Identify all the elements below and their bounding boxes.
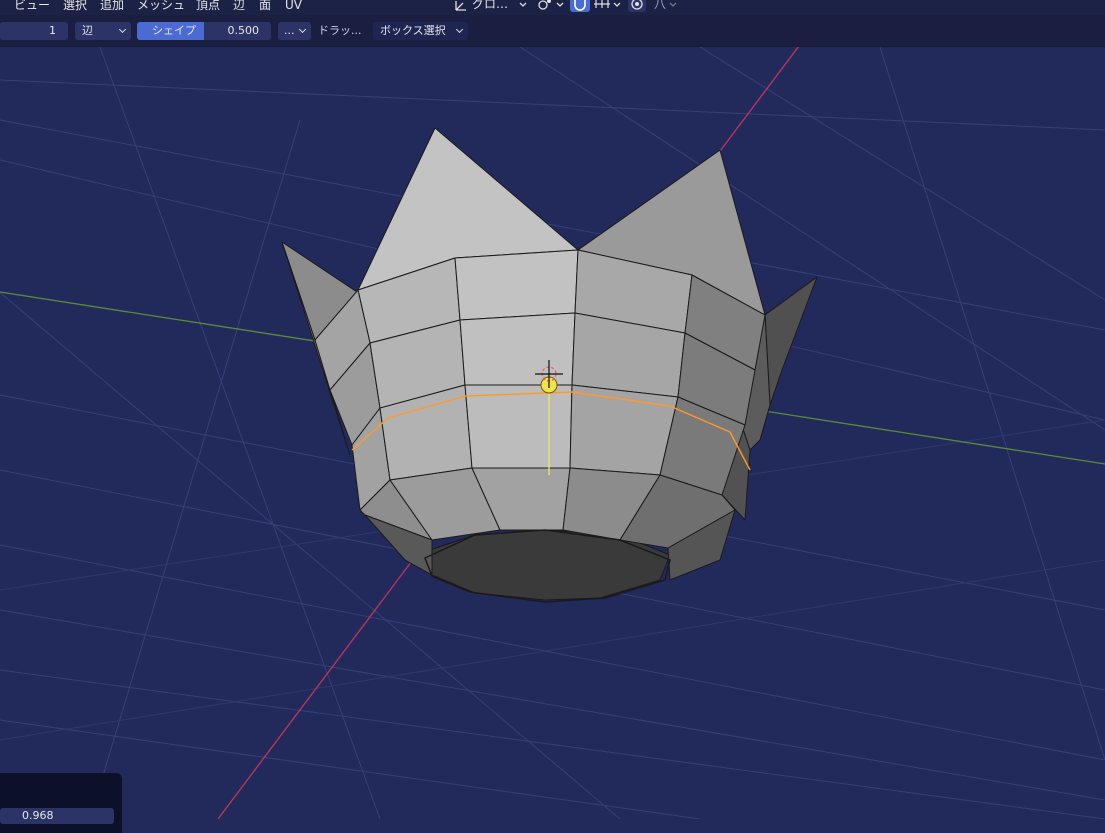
pivot-point-icon (538, 0, 551, 10)
select-mode-label: 辺 (82, 24, 93, 37)
snap-toggle[interactable] (570, 0, 590, 12)
shape-value: 0.500 (227, 24, 260, 37)
proportional-editing-toggle[interactable] (628, 0, 646, 12)
chevron-down-icon (669, 2, 677, 7)
menu-mesh[interactable]: メッシュ (137, 0, 185, 13)
proportional-falloff-dropdown[interactable]: 八 (650, 0, 680, 12)
operator-value-field[interactable]: 0.968 (0, 808, 114, 824)
tool-settings-bar: 1 辺 シェイプ 0.500 ... ドラッ... ボックス選択 (0, 15, 1105, 47)
chevron-down-icon (519, 2, 527, 7)
adjust-last-operation-panel (0, 773, 122, 833)
menu-add[interactable]: 追加 (100, 0, 124, 13)
snap-increment-icon (594, 0, 610, 8)
pivot-point-dropdown[interactable] (536, 0, 566, 12)
number-cuts-value: 1 (49, 24, 56, 37)
shape-label: シェイプ (152, 24, 196, 37)
drag-label: ドラッ... (318, 24, 362, 37)
snap-target-dropdown[interactable] (592, 0, 624, 12)
snap-magnet-icon (574, 0, 586, 11)
transform-orientation-icon (455, 1, 466, 11)
box-select-dropdown[interactable]: ボックス選択 (373, 22, 468, 40)
more-options-label: ... (284, 24, 295, 37)
menu-vertex[interactable]: 頂点 (196, 0, 220, 13)
proportional-falloff-label: 八 (654, 0, 667, 11)
3d-viewport[interactable] (0, 47, 1105, 819)
shape-slider[interactable]: シェイプ 0.500 (137, 22, 271, 40)
transform-orientation-label: グロ… (472, 0, 509, 11)
menu-face[interactable]: 面 (259, 0, 271, 13)
operator-value: 0.968 (22, 809, 54, 822)
number-cuts-field[interactable]: 1 (0, 22, 68, 40)
select-mode-dropdown[interactable]: 辺 (75, 22, 131, 40)
chevron-down-icon (613, 2, 621, 7)
box-select-label: ボックス選択 (380, 24, 446, 37)
menu-view[interactable]: ビュー (14, 0, 50, 13)
menu-uv[interactable]: UV (285, 0, 302, 13)
proportional-editing-icon (631, 0, 643, 10)
transform-orientation-dropdown[interactable]: グロ… (450, 0, 532, 12)
menu-edge[interactable]: 辺 (233, 0, 245, 13)
header-menu-bar: ビュー 選択 追加 メッシュ 頂点 辺 面 UV グロ… 八 (0, 0, 1105, 15)
chevron-down-icon (556, 2, 564, 7)
more-options-dropdown[interactable]: ... (278, 22, 311, 40)
menu-select[interactable]: 選択 (63, 0, 87, 13)
